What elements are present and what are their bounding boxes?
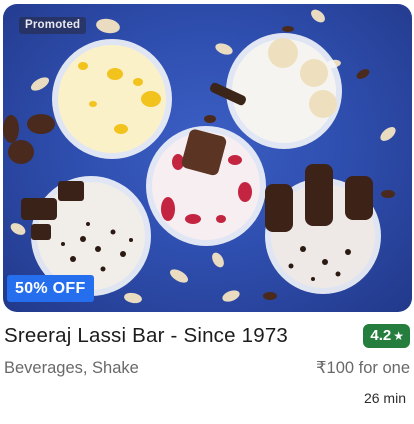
rating-value: 4.2	[370, 327, 392, 344]
price-for-one: ₹100 for one	[316, 359, 410, 377]
rating-badge: 4.2 ★	[363, 324, 410, 348]
restaurant-card[interactable]: Promoted 50% OFF Sreeraj Lassi Bar - Sin…	[0, 0, 414, 424]
promoted-badge: Promoted	[19, 17, 87, 34]
cuisines-text: Beverages, Shake	[4, 359, 139, 377]
delivery-time: 26 min	[363, 390, 406, 406]
restaurant-photo[interactable]: Promoted 50% OFF	[3, 4, 412, 312]
offer-badge: 50% OFF	[7, 275, 94, 302]
star-icon: ★	[393, 329, 404, 343]
delivery-row: 26 min	[4, 388, 406, 408]
restaurant-name[interactable]: Sreeraj Lassi Bar - Since 1973	[4, 322, 288, 350]
details-row: Beverages, Shake ₹100 for one	[4, 356, 410, 380]
title-row: Sreeraj Lassi Bar - Since 1973 4.2 ★	[4, 322, 410, 350]
lassi-drinks-image	[3, 9, 396, 304]
